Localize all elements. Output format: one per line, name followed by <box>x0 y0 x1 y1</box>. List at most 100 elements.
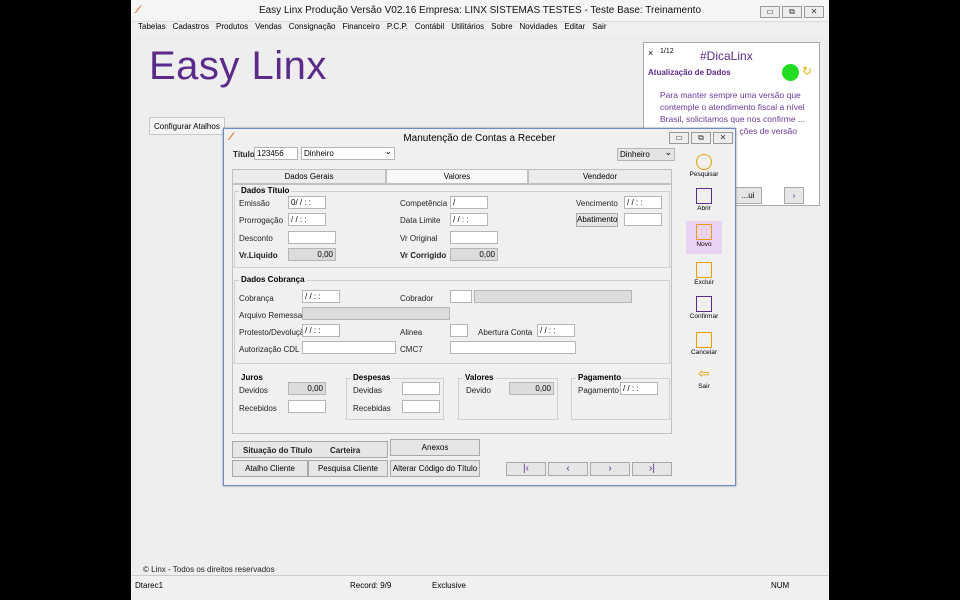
dialog-maximize-button[interactable]: ⧉ <box>691 132 711 144</box>
protesto-label: Protesto/Devolução <box>239 328 309 337</box>
exit-arrow-icon: ⇦ <box>698 365 710 381</box>
juros-recebidos-input[interactable] <box>288 400 326 413</box>
tipo2-select[interactable]: Dinheiro <box>617 147 675 161</box>
anexos-button[interactable]: Anexos <box>390 439 480 456</box>
status-bar: Dtarec1 Record: 9/9 Exclusive NUM <box>131 575 829 595</box>
emissao-input[interactable]: 0/ / : : <box>288 196 326 209</box>
autorizacao-cdl-input[interactable] <box>302 341 396 354</box>
despesas-recebidas-input[interactable] <box>402 400 440 413</box>
alterar-codigo-button[interactable]: Alterar Código do Título <box>390 460 480 477</box>
nav-prev-button[interactable]: ‹ <box>548 462 588 476</box>
despesas-recebidas-label: Recebidas <box>353 404 391 413</box>
abertura-conta-input[interactable]: / / : : <box>537 324 575 337</box>
menu-editar[interactable]: Editar <box>564 22 585 31</box>
data-limite-input[interactable]: / / : : <box>450 213 488 226</box>
menu-novidades[interactable]: Novidades <box>520 22 558 31</box>
minimize-button[interactable]: ▭ <box>760 6 780 18</box>
pagamento-title: Pagamento <box>576 373 624 382</box>
menu-cadastros[interactable]: Cadastros <box>173 22 209 31</box>
menu-vendas[interactable]: Vendas <box>255 22 282 31</box>
tab-vendedor[interactable]: Vendedor <box>528 169 672 184</box>
novo-button[interactable]: Novo <box>686 221 722 254</box>
tipo-select[interactable]: Dinheiro <box>301 146 395 160</box>
vr-original-label: Vr Original <box>400 234 438 243</box>
open-icon <box>696 188 712 204</box>
dialog-close-button[interactable]: ✕ <box>713 132 733 144</box>
cmc7-label: CMC7 <box>400 345 423 354</box>
tab-dados-gerais[interactable]: Dados Gerais <box>232 169 386 184</box>
juros-title: Juros <box>239 373 265 382</box>
vr-original-input[interactable] <box>450 231 498 244</box>
prorrogacao-input[interactable]: / / : : <box>288 213 326 226</box>
menu-sair[interactable]: Sair <box>592 22 606 31</box>
sair-button[interactable]: ⇦ Sair <box>686 366 722 390</box>
cobranca-input[interactable]: / / : : <box>302 290 340 303</box>
prorrogacao-label: Prorrogação <box>239 216 284 225</box>
menu-consignacao[interactable]: Consignação <box>289 22 336 31</box>
menu-pcp[interactable]: P.C.P. <box>387 22 408 31</box>
desconto-input[interactable] <box>288 231 336 244</box>
cobrador-code-input[interactable] <box>450 290 472 303</box>
data-limite-label: Data Limite <box>400 216 441 225</box>
dados-titulo-title: Dados Título <box>239 186 292 195</box>
cmc7-input[interactable] <box>450 341 576 354</box>
menu-tabelas[interactable]: Tabelas <box>138 22 166 31</box>
menu-sobre[interactable]: Sobre <box>491 22 512 31</box>
excluir-button[interactable]: Excluir <box>686 262 722 286</box>
pesquisar-button[interactable]: Pesquisar <box>686 154 722 178</box>
alinea-label: Alinea <box>400 328 423 337</box>
menu-financeiro[interactable]: Financeiro <box>342 22 379 31</box>
arquivo-remessa-label: Arquivo Remessa <box>239 311 303 320</box>
abrir-label: Abrir <box>697 205 711 212</box>
desconto-label: Desconto <box>239 234 273 243</box>
protesto-input[interactable]: / / : : <box>302 324 340 337</box>
search-icon <box>696 154 712 170</box>
cobranca-label: Cobrança <box>239 294 274 303</box>
menu-utilitarios[interactable]: Utilitários <box>451 22 484 31</box>
tab-valores[interactable]: Valores <box>386 169 528 184</box>
atalho-cliente-button[interactable]: Atalho Cliente <box>232 460 308 477</box>
abrir-button[interactable]: Abrir <box>686 188 722 212</box>
tip-close-button[interactable]: × <box>648 48 653 58</box>
sair-label: Sair <box>698 383 710 390</box>
autorizacao-cdl-label: Autorização CDL <box>239 345 300 354</box>
delete-icon <box>696 262 712 278</box>
menu-bar: Tabelas Cadastros Produtos Vendas Consignaçã… <box>131 22 829 35</box>
nav-first-button[interactable]: |‹ <box>506 462 546 476</box>
alinea-input[interactable] <box>450 324 468 337</box>
menu-contabil[interactable]: Contábil <box>415 22 444 31</box>
vencimento-label: Vencimento <box>576 199 618 208</box>
pesquisa-cliente-button[interactable]: Pesquisa Cliente <box>308 460 388 477</box>
titulo-input[interactable]: 123456 <box>254 147 298 160</box>
status-mode: Exclusive <box>432 581 466 590</box>
cobrador-label: Cobrador <box>400 294 434 303</box>
despesas-devidas-input[interactable] <box>402 382 440 395</box>
status-num: NUM <box>771 581 790 590</box>
tip-action-button[interactable]: ...ui <box>734 187 762 204</box>
cancelar-label: Cancelar <box>690 349 717 356</box>
cancelar-button[interactable]: Cancelar <box>686 332 722 356</box>
abatimento-button[interactable]: Abatimento <box>576 213 618 227</box>
confirmar-button[interactable]: Confirmar <box>686 296 722 320</box>
refresh-icon[interactable]: ↻ <box>802 64 812 78</box>
tip-subtitle: Atualização de Dados <box>648 68 731 77</box>
dados-cobranca-title: Dados Cobrança <box>239 275 307 284</box>
competencia-input[interactable]: / <box>450 196 488 209</box>
titulo-label: Título <box>233 150 255 159</box>
close-button[interactable]: ✕ <box>804 6 824 18</box>
nav-next-button[interactable]: › <box>590 462 630 476</box>
dialog-caption: ⁄ Manutenção de Contas a Receber ▭ ⧉ ✕ <box>224 129 735 146</box>
vencimento-input[interactable]: / / : : <box>624 196 662 209</box>
nav-last-button[interactable]: ›| <box>632 462 672 476</box>
configure-shortcuts-button[interactable]: Configurar Atalhos <box>149 117 225 135</box>
abatimento-input[interactable] <box>624 213 662 226</box>
new-icon <box>696 224 712 240</box>
valores-title: Valores <box>463 373 496 382</box>
menu-produtos[interactable]: Produtos <box>216 22 248 31</box>
pagamento-input[interactable]: / / : : <box>620 382 658 395</box>
tip-next-button[interactable]: › <box>784 187 804 204</box>
vr-liquido-label: Vr.Liquido <box>239 251 278 260</box>
dialog-title: Manutenção de Contas a Receber <box>403 133 556 144</box>
maximize-button[interactable]: ⧉ <box>782 6 802 18</box>
dialog-minimize-button[interactable]: ▭ <box>669 132 689 144</box>
